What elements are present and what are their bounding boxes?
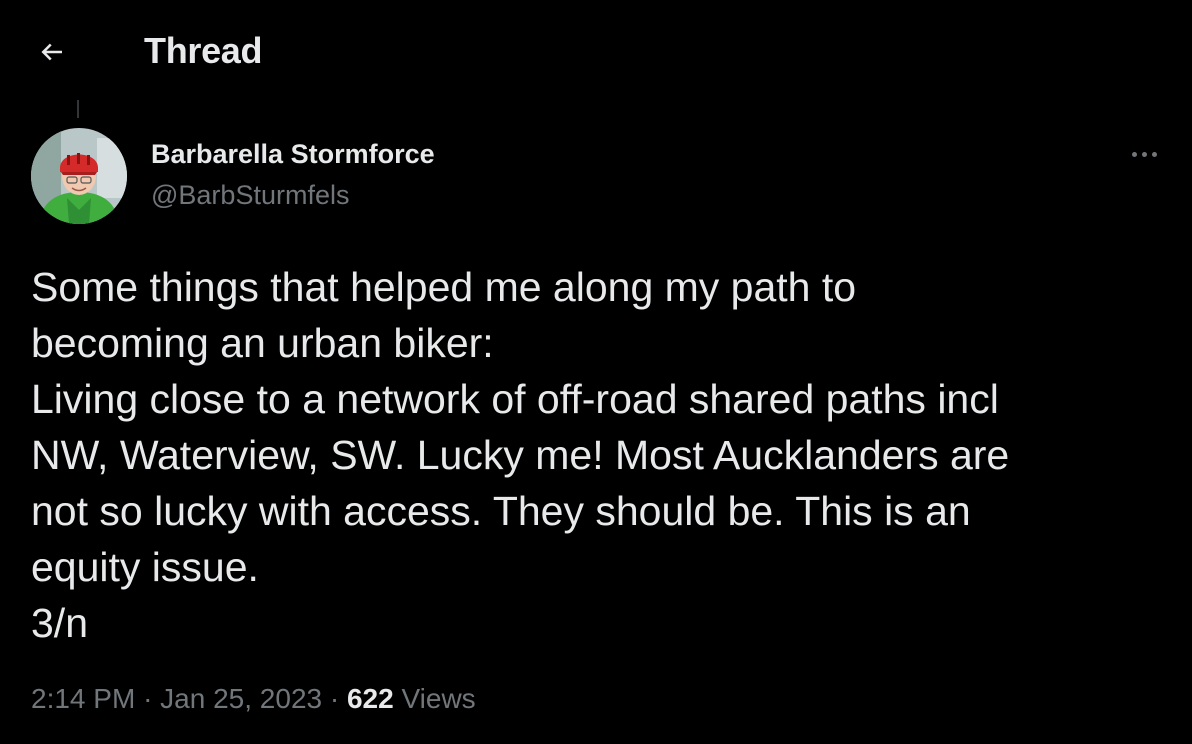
- views-label: Views: [401, 683, 476, 714]
- arrow-left-icon: [41, 43, 62, 61]
- tweet-date: Jan 25, 2023: [160, 683, 323, 714]
- tweet-text-line: becoming an urban biker:: [31, 320, 494, 366]
- author-display-name[interactable]: Barbarella Stormforce: [151, 139, 435, 170]
- tweet-text-line: Living close to a network of off-road sh…: [31, 376, 999, 422]
- tweet-text-line: not so lucky with access. They should be…: [31, 488, 971, 534]
- meta-separator: ·: [143, 683, 153, 714]
- thread-header: Thread: [0, 0, 1192, 100]
- page-title: Thread: [144, 30, 263, 71]
- tweet-text-line: Some things that helped me along my path…: [31, 264, 857, 310]
- tweet-text-line: NW, Waterview, SW. Lucky me! Most Auckla…: [31, 432, 1010, 478]
- views-link[interactable]: 622 Views: [347, 683, 476, 714]
- views-count: 622: [346, 683, 394, 714]
- avatar[interactable]: [31, 128, 127, 224]
- meta-separator: ·: [329, 683, 340, 714]
- back-button[interactable]: [30, 30, 74, 74]
- more-options-button[interactable]: [1122, 140, 1166, 168]
- tweet-metadata: 2:14 PM · Jan 25, 2023 · 622 Views: [31, 683, 476, 715]
- profile-photo: [31, 128, 127, 224]
- thread-connector-line: [77, 100, 79, 118]
- author-handle[interactable]: @BarbSturmfels: [151, 180, 349, 211]
- tweet-text-line: 3/n: [31, 600, 88, 646]
- tweet-time-link[interactable]: 2:14 PM · Jan 25, 2023: [31, 683, 322, 714]
- more-horizontal-icon-dot: [1151, 151, 1157, 157]
- tweet-time: 2:14 PM: [31, 683, 136, 714]
- more-horizontal-icon: [1131, 151, 1137, 157]
- more-horizontal-icon-dot: [1141, 151, 1147, 157]
- tweet-text-line: equity issue.: [31, 544, 259, 590]
- tweet-text: Some things that helped me along my path…: [31, 259, 1161, 651]
